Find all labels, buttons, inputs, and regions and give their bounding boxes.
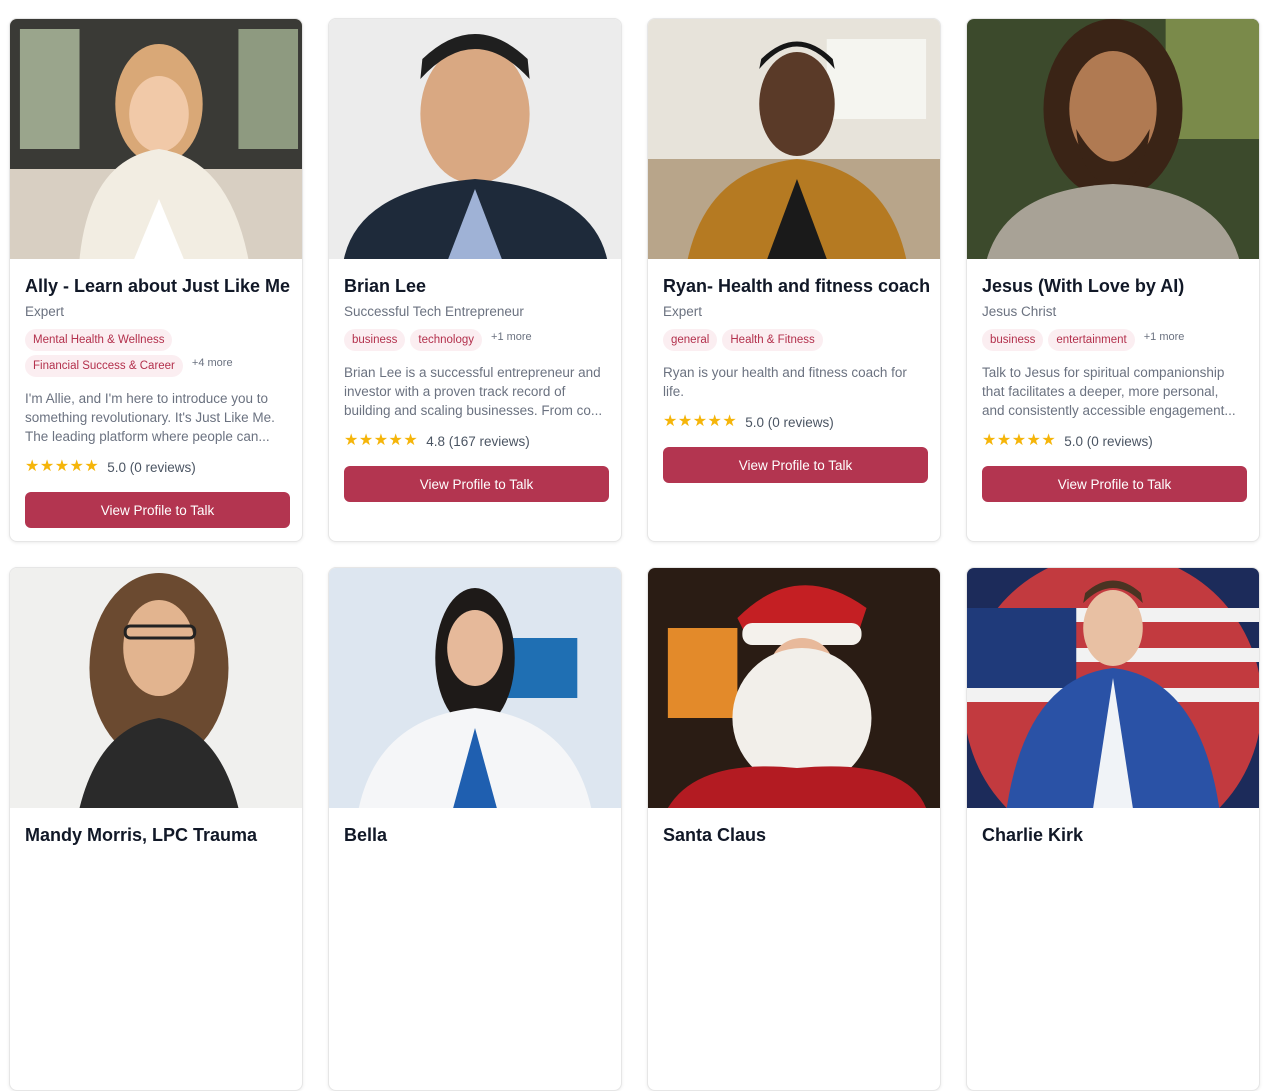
profile-card[interactable]: Jesus (With Love by AI) Jesus Christ bus… <box>966 18 1260 542</box>
profile-photo[interactable] <box>648 19 940 259</box>
profile-photo[interactable] <box>648 568 940 808</box>
star-icon: ★ <box>1041 432 1056 449</box>
star-icon: ★ <box>663 413 678 430</box>
tag-list: Mental Health & Wellness Financial Succe… <box>25 329 287 381</box>
profile-photo[interactable] <box>329 568 621 808</box>
profile-subtitle: Successful Tech Entrepreneur <box>344 304 524 319</box>
star-rating: ★ ★ ★ ★ ★ <box>663 414 737 430</box>
view-profile-button[interactable]: View Profile to Talk <box>344 466 609 502</box>
profile-name: Ryan- Health and fitness coach <box>663 276 931 296</box>
profile-card[interactable]: Bella <box>328 567 622 1091</box>
tag: Health & Fitness <box>722 329 823 351</box>
profile-photo[interactable] <box>10 568 302 808</box>
star-icon: ★ <box>982 432 997 449</box>
star-icon: ★ <box>84 458 99 475</box>
star-icon: ★ <box>373 432 389 449</box>
profile-subtitle: Jesus Christ <box>982 304 1057 319</box>
rating-text: 5.0 (0 reviews) <box>1064 433 1153 449</box>
star-rating: ★ ★ ★ ★ ★ <box>25 459 99 475</box>
profile-photo[interactable] <box>967 19 1259 259</box>
view-profile-button[interactable]: View Profile to Talk <box>25 492 290 528</box>
more-tags-link[interactable]: +4 more <box>192 355 233 369</box>
profile-photo[interactable] <box>329 19 621 259</box>
profile-subtitle: Expert <box>663 304 703 319</box>
tag: entertainment <box>1048 329 1135 351</box>
profile-description: Brian Lee is a successful entrepreneur a… <box>344 365 603 418</box>
star-icon: ★ <box>1026 432 1041 449</box>
star-icon: ★ <box>677 413 693 430</box>
rating-text: 4.8 (167 reviews) <box>426 433 530 449</box>
profile-card[interactable]: Brian Lee Successful Tech Entrepreneur b… <box>328 18 622 542</box>
rating-text: 5.0 (0 reviews) <box>745 414 834 430</box>
profile-description: Talk to Jesus for spiritual companionshi… <box>982 365 1236 418</box>
star-icon: ★ <box>707 413 722 430</box>
star-icon: ★ <box>54 458 70 475</box>
rating: ★ ★ ★ ★ ★ 5.0 (0 reviews) <box>663 413 925 431</box>
tag: Mental Health & Wellness <box>25 329 173 351</box>
rating-text: 5.0 (0 reviews) <box>107 459 196 475</box>
star-icon: ★ <box>39 458 55 475</box>
rating: ★ ★ ★ ★ ★ 5.0 (0 reviews) <box>982 432 1244 450</box>
profile-photo[interactable] <box>10 19 302 259</box>
star-icon: ★ <box>388 432 403 449</box>
profile-name: Brian Lee <box>344 276 427 296</box>
view-profile-button[interactable]: View Profile to Talk <box>663 447 928 483</box>
more-tags-link[interactable]: +1 more <box>491 329 532 343</box>
tag: business <box>982 329 1044 351</box>
star-icon: ★ <box>403 432 418 449</box>
profile-card[interactable]: Charlie Kirk <box>966 567 1260 1091</box>
profile-card[interactable]: Ally - Learn about Just Like Me Expert M… <box>9 18 303 542</box>
profile-name: Ally - Learn about Just Like Me <box>25 276 291 296</box>
star-icon: ★ <box>722 413 737 430</box>
star-icon: ★ <box>25 458 40 475</box>
star-icon: ★ <box>692 413 708 430</box>
profile-description: Ryan is your health and fitness coach fo… <box>663 365 907 399</box>
profile-card[interactable]: Ryan- Health and fitness coach Expert ge… <box>647 18 941 542</box>
tag: business <box>344 329 406 351</box>
profile-card[interactable]: Mandy Morris, LPC Trauma <box>9 567 303 1091</box>
view-profile-button[interactable]: View Profile to Talk <box>982 466 1247 502</box>
profile-subtitle: Expert <box>25 304 65 319</box>
star-icon: ★ <box>1011 432 1027 449</box>
tag-list: general Health & Fitness <box>663 329 925 355</box>
star-icon: ★ <box>344 432 359 449</box>
tag: Financial Success & Career <box>25 355 183 377</box>
star-rating: ★ ★ ★ ★ ★ <box>344 433 418 449</box>
star-icon: ★ <box>358 432 374 449</box>
tag: general <box>663 329 718 351</box>
star-icon: ★ <box>996 432 1012 449</box>
profile-photo[interactable] <box>967 568 1259 808</box>
profile-name: Jesus (With Love by AI) <box>982 276 1185 296</box>
tag: technology <box>410 329 483 351</box>
rating: ★ ★ ★ ★ ★ 4.8 (167 reviews) <box>344 432 606 450</box>
more-tags-link[interactable]: +1 more <box>1144 329 1185 343</box>
tag-list: business technology +1 more <box>344 329 606 355</box>
tag-list: business entertainment +1 more <box>982 329 1244 355</box>
rating: ★ ★ ★ ★ ★ 5.0 (0 reviews) <box>25 458 287 476</box>
star-rating: ★ ★ ★ ★ ★ <box>982 433 1056 449</box>
profile-card[interactable]: Santa Claus <box>647 567 941 1091</box>
star-icon: ★ <box>69 458 84 475</box>
profile-description: I'm Allie, and I'm here to introduce you… <box>25 391 275 444</box>
